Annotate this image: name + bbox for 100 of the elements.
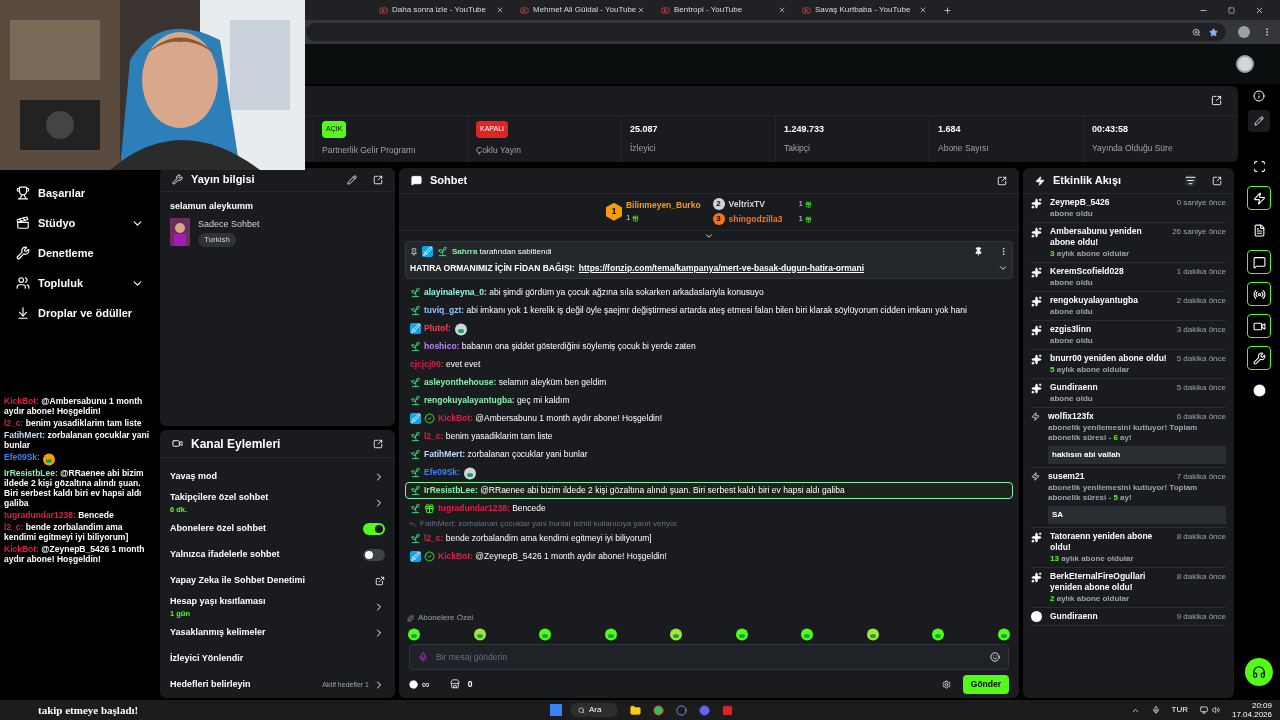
setting-label: Yapay Zeka ile Sohbet Denetimi — [170, 574, 307, 588]
sprout-icon — [437, 246, 448, 257]
send-button[interactable]: Gönder — [962, 674, 1009, 694]
sparkle-icon — [1031, 227, 1042, 238]
close-icon[interactable] — [919, 6, 927, 14]
star-icon[interactable] — [1209, 27, 1218, 37]
store-icon[interactable] — [449, 679, 460, 689]
emote-icon — [931, 627, 946, 641]
event-detail: abone oldu — [1050, 394, 1094, 404]
browser-tab[interactable]: Bentropi - YouTube — [657, 1, 794, 19]
popout-icon[interactable] — [1212, 175, 1222, 186]
pinned-link[interactable]: https://fonzip.com/tema/kampanya/mert-ve-basak-dugun-hatira-ormani — [578, 261, 865, 275]
emoji-icon[interactable] — [990, 652, 1000, 662]
overlay-chat-message: IrResistbLee: @RRaenee abi bizim ildede 2 kişi gözaltına alındı şuan. Biri serbest kaldı biri ev hapsi aldı galiba — [4, 468, 145, 508]
popout-icon[interactable] — [373, 438, 383, 449]
emote-icon — [996, 627, 1011, 641]
message-field[interactable]: Bir mesaj gönderin — [409, 644, 1009, 670]
browser-icon[interactable] — [653, 704, 664, 716]
language-indicator[interactable]: TUR — [1171, 704, 1188, 716]
close-icon[interactable] — [637, 6, 645, 14]
emote-icon — [603, 627, 618, 641]
chat-message: asleyonthehouse: selamın aleyküm ben geldim — [424, 376, 607, 390]
stat-label: Yayında Olduğu Süre — [1092, 142, 1174, 156]
setting-label: Takipçilere özel sohbet — [170, 490, 270, 504]
new-tab-icon[interactable] — [943, 5, 952, 15]
zoom-icon[interactable] — [1192, 27, 1201, 37]
chat-message: alayinaleyna_0: abi şimdi gördüm ya çocuk ağzına sıla sokarken arkadaslariyla konusuyo — [424, 286, 764, 300]
event-time: 8 dakika önce — [1176, 571, 1226, 583]
close-icon[interactable] — [496, 6, 504, 14]
nav-item[interactable]: Droplar ve ödüller — [0, 298, 160, 328]
more-icon[interactable] — [999, 247, 1008, 256]
folder-icon[interactable] — [630, 704, 641, 716]
sprout-icon — [410, 305, 421, 317]
toggle-switch[interactable] — [363, 523, 385, 535]
message-input-text[interactable]: Bir mesaj gönderin — [436, 650, 982, 664]
volume-icon[interactable] — [1211, 706, 1220, 714]
stat-label: Abone Sayısı — [938, 142, 990, 156]
nav-item[interactable]: Başarılar — [0, 178, 160, 208]
rail-button[interactable] — [1247, 282, 1271, 306]
panel-title: Sohbet — [430, 173, 469, 189]
search-icon — [578, 706, 585, 714]
emote-icon — [734, 627, 749, 641]
user-avatar[interactable] — [1236, 55, 1254, 73]
rail-button[interactable] — [1247, 250, 1271, 274]
leader-name: shingodzilla3 — [728, 212, 784, 226]
event-time: 9 dakika önce — [1176, 611, 1226, 622]
rail-button[interactable] — [1247, 186, 1271, 210]
chat-message: KickBot: @ZeynepB_5426 1 month aydır abone! Hoşgeldin! — [438, 550, 667, 564]
gift-count: 1 — [798, 198, 813, 211]
edit-icon[interactable] — [347, 174, 357, 185]
sprout-icon — [410, 431, 421, 443]
event-title: Ambersabunu yeniden abone oldu! — [1050, 226, 1143, 248]
pinned-by: Sahrra tarafından sabitlendi — [452, 245, 552, 258]
app-icon[interactable] — [722, 704, 733, 716]
filter-icon[interactable] — [1185, 175, 1196, 186]
clapperboard-icon — [16, 216, 30, 230]
popout-icon[interactable] — [373, 174, 383, 185]
settings-icon[interactable] — [941, 679, 951, 689]
toggle-switch[interactable] — [363, 549, 385, 561]
info-icon[interactable] — [1253, 90, 1265, 102]
browser-tab[interactable]: Savaş Kurtbaba - YouTube — [798, 1, 935, 19]
support-button[interactable] — [1245, 658, 1273, 686]
close-icon[interactable] — [778, 6, 786, 14]
microphone-icon[interactable] — [1151, 706, 1160, 714]
rank-badge: 1 — [605, 202, 622, 221]
popout-icon[interactable] — [1211, 95, 1222, 106]
event-time: 5 dakika önce — [1176, 382, 1226, 393]
browser-tab[interactable]: Mehmet Ali Güldal - YouTube — [516, 1, 653, 19]
follow-alert-text: takip etmeye başladı! — [38, 702, 139, 718]
chat-app-icon[interactable] — [699, 704, 710, 716]
broadcast-icon — [1252, 287, 1266, 301]
restore-icon[interactable] — [1228, 6, 1235, 14]
nav-item[interactable]: Stüdyo — [0, 208, 160, 238]
taskbar-search[interactable]: Ara — [570, 703, 618, 717]
panel-title: Yayın bilgisi — [191, 172, 256, 188]
reply-icon — [409, 520, 416, 528]
event-title: ZeynepB_5426 — [1050, 197, 1110, 208]
overlay-chat-message: tugradundar1238: Bencede — [4, 510, 114, 520]
emote-icon — [407, 627, 421, 641]
chat-message: cjcjcj06: evet evet — [410, 358, 481, 372]
network-icon[interactable] — [1199, 706, 1208, 714]
emote-icon — [865, 627, 880, 641]
emote-icon — [453, 321, 468, 336]
popout-icon[interactable] — [997, 175, 1007, 186]
sprout-icon — [410, 341, 421, 353]
close-icon[interactable] — [1255, 5, 1264, 15]
edit-button[interactable] — [1248, 110, 1270, 132]
start-icon[interactable] — [550, 704, 562, 716]
nav-item[interactable]: Denetleme — [0, 238, 160, 268]
external-link-icon[interactable] — [375, 576, 385, 586]
panel-title: Kanal Eylemleri — [191, 435, 282, 453]
nav-item[interactable]: Topluluk — [0, 268, 160, 298]
rail-button[interactable] — [1247, 314, 1271, 338]
profile-avatar[interactable] — [1238, 26, 1250, 38]
event-title: rengokuyalayantugba — [1050, 295, 1138, 306]
unpin-icon[interactable] — [974, 247, 983, 256]
chat-icon — [411, 175, 422, 186]
browser-tab[interactable]: Daha sonra izle - YouTube — [375, 1, 512, 19]
event-detail: abone oldu — [1050, 278, 1094, 288]
rail-button[interactable] — [1247, 346, 1271, 370]
